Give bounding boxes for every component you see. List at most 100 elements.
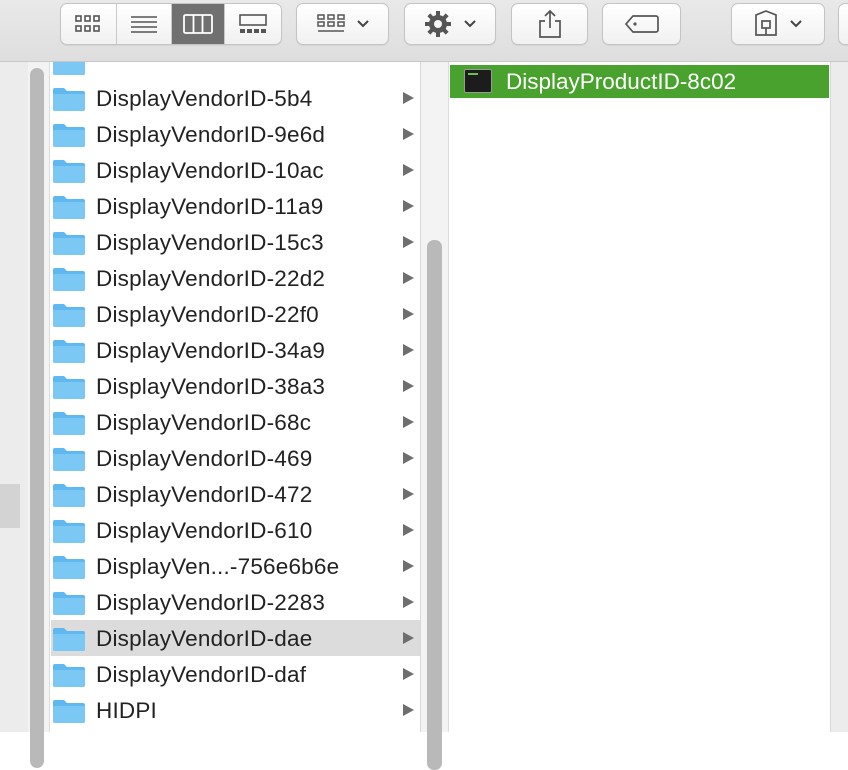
disclosure-arrow-icon (403, 452, 414, 464)
chevron-down-icon (356, 20, 369, 28)
search-field-edge[interactable] (838, 3, 848, 45)
folder-name: DisplayVendorID-472 (96, 482, 313, 507)
list-item-partial[interactable] (51, 62, 420, 80)
tags-button[interactable] (602, 3, 681, 45)
folder-row[interactable]: DisplayVendorID-34a9 (51, 332, 420, 368)
disclosure-arrow-icon (403, 344, 414, 356)
column-scrollbar-1[interactable] (28, 62, 50, 768)
disclosure-arrow-icon (403, 668, 414, 680)
disclosure-arrow-icon (403, 272, 414, 284)
action-menu-inner (405, 4, 495, 44)
folder-icon (53, 376, 85, 399)
folder-name: DisplayVendorID-11a9 (96, 194, 324, 219)
folder-icon (53, 196, 85, 219)
folder-row[interactable]: DisplayVendorID-11a9 (51, 188, 420, 224)
folder-name: DisplayVendorID-34a9 (96, 338, 326, 363)
folder-icon (53, 700, 85, 723)
folder-row[interactable]: DisplayVendorID-daf (51, 656, 420, 692)
folder-icon (53, 268, 85, 291)
folder-row[interactable]: DisplayVendorID-22d2 (51, 260, 420, 296)
folder-name: DisplayVendorID-2283 (96, 590, 326, 615)
folder-icon (53, 160, 85, 183)
dropbox-button[interactable] (731, 3, 825, 45)
columns-icon (182, 14, 213, 34)
folder-icon (53, 556, 85, 579)
folder-name: DisplayVendorID-469 (96, 446, 313, 471)
folder-icon (53, 232, 85, 255)
group-by-button[interactable] (296, 3, 389, 45)
gear-icon (425, 11, 451, 37)
disclosure-arrow-icon (403, 488, 414, 500)
folder-name: DisplayVendorID-9e6d (96, 122, 326, 147)
window-edge (831, 62, 848, 732)
list-item-selected[interactable]: DisplayProductID-8c02 (450, 65, 829, 98)
group-by-inner (297, 4, 388, 44)
folder-row[interactable]: DisplayVendorID-472 (51, 476, 420, 512)
folder-row[interactable]: DisplayVendorID-610 (51, 512, 420, 548)
disclosure-arrow-icon (403, 308, 414, 320)
folder-icon (53, 340, 85, 363)
folder-name: DisplayVendorID-22f0 (96, 302, 319, 327)
scrollbar-thumb[interactable] (427, 240, 442, 770)
folder-name: DisplayVendorID-10ac (96, 158, 324, 183)
file-name: DisplayProductID-8c02 (506, 69, 737, 94)
icon-view-button[interactable] (61, 4, 117, 44)
scrollbar-thumb[interactable] (30, 68, 44, 768)
share-button[interactable] (511, 3, 588, 45)
gallery-icon (238, 14, 267, 33)
folder-icon (53, 412, 85, 435)
folder-row[interactable]: DisplayVendorID-15c3 (51, 224, 420, 260)
disclosure-arrow-icon (403, 92, 414, 104)
view-mode-control (60, 3, 282, 45)
folder-row[interactable]: DisplayVendorID-9e6d (51, 116, 420, 152)
folder-name: DisplayVen...-756e6b6e (96, 554, 340, 579)
list-view-button[interactable] (117, 4, 172, 44)
disclosure-arrow-icon (403, 128, 414, 140)
finder-toolbar (0, 0, 848, 62)
folder-column: DisplayVendorID-5b4 DisplayVendorID-9e6d D… (51, 62, 421, 732)
folder-name: DisplayVendorID-38a3 (96, 374, 326, 399)
executable-file-icon (464, 69, 492, 93)
chevron-down-icon (464, 20, 476, 28)
share-inner (512, 4, 587, 44)
dropbox-inner (732, 4, 824, 44)
gallery-view-button[interactable] (225, 4, 281, 44)
sidebar (0, 62, 28, 732)
column-scrollbar-2[interactable] (421, 62, 449, 770)
folder-name: HIDPI (96, 698, 158, 723)
disclosure-arrow-icon (403, 596, 414, 608)
list-lines-icon (130, 16, 157, 33)
folder-icon (53, 304, 85, 327)
folder-row[interactable]: DisplayVendorID-22f0 (51, 296, 420, 332)
folder-icon (53, 664, 85, 687)
disclosure-arrow-icon (403, 380, 414, 392)
folder-icon (53, 124, 85, 147)
disclosure-arrow-icon (403, 560, 414, 572)
folder-row[interactable]: DisplayVendorID-38a3 (51, 368, 420, 404)
folder-icon (53, 88, 85, 111)
folder-name: DisplayVendorID-68c (96, 410, 312, 435)
tag-icon (624, 15, 659, 33)
folder-row[interactable]: DisplayVendorID-dae (51, 620, 420, 656)
folder-icon (53, 592, 85, 615)
folder-name: DisplayVendorID-dae (96, 626, 313, 651)
dropbox-icon (755, 10, 777, 36)
folder-icon (53, 628, 85, 651)
sidebar-selected-item[interactable] (0, 484, 20, 528)
tags-inner (603, 4, 680, 44)
folder-row[interactable]: DisplayVendorID-68c (51, 404, 420, 440)
group-grid-icon (316, 14, 345, 32)
folder-row[interactable]: DisplayVendorID-2283 (51, 584, 420, 620)
folder-row[interactable]: DisplayVendorID-10ac (51, 152, 420, 188)
column-view-button[interactable] (172, 4, 225, 44)
folder-row[interactable]: DisplayVendorID-5b4 (51, 80, 420, 116)
chevron-down-icon (790, 20, 802, 28)
disclosure-arrow-icon (403, 200, 414, 212)
share-icon (538, 9, 561, 38)
product-column: DisplayProductID-8c02 (449, 62, 831, 732)
folder-name: DisplayVendorID-22d2 (96, 266, 326, 291)
action-menu-button[interactable] (404, 3, 496, 45)
folder-row[interactable]: DisplayVen...-756e6b6e (51, 548, 420, 584)
folder-row[interactable]: DisplayVendorID-469 (51, 440, 420, 476)
folder-row[interactable]: HIDPI (51, 692, 420, 728)
